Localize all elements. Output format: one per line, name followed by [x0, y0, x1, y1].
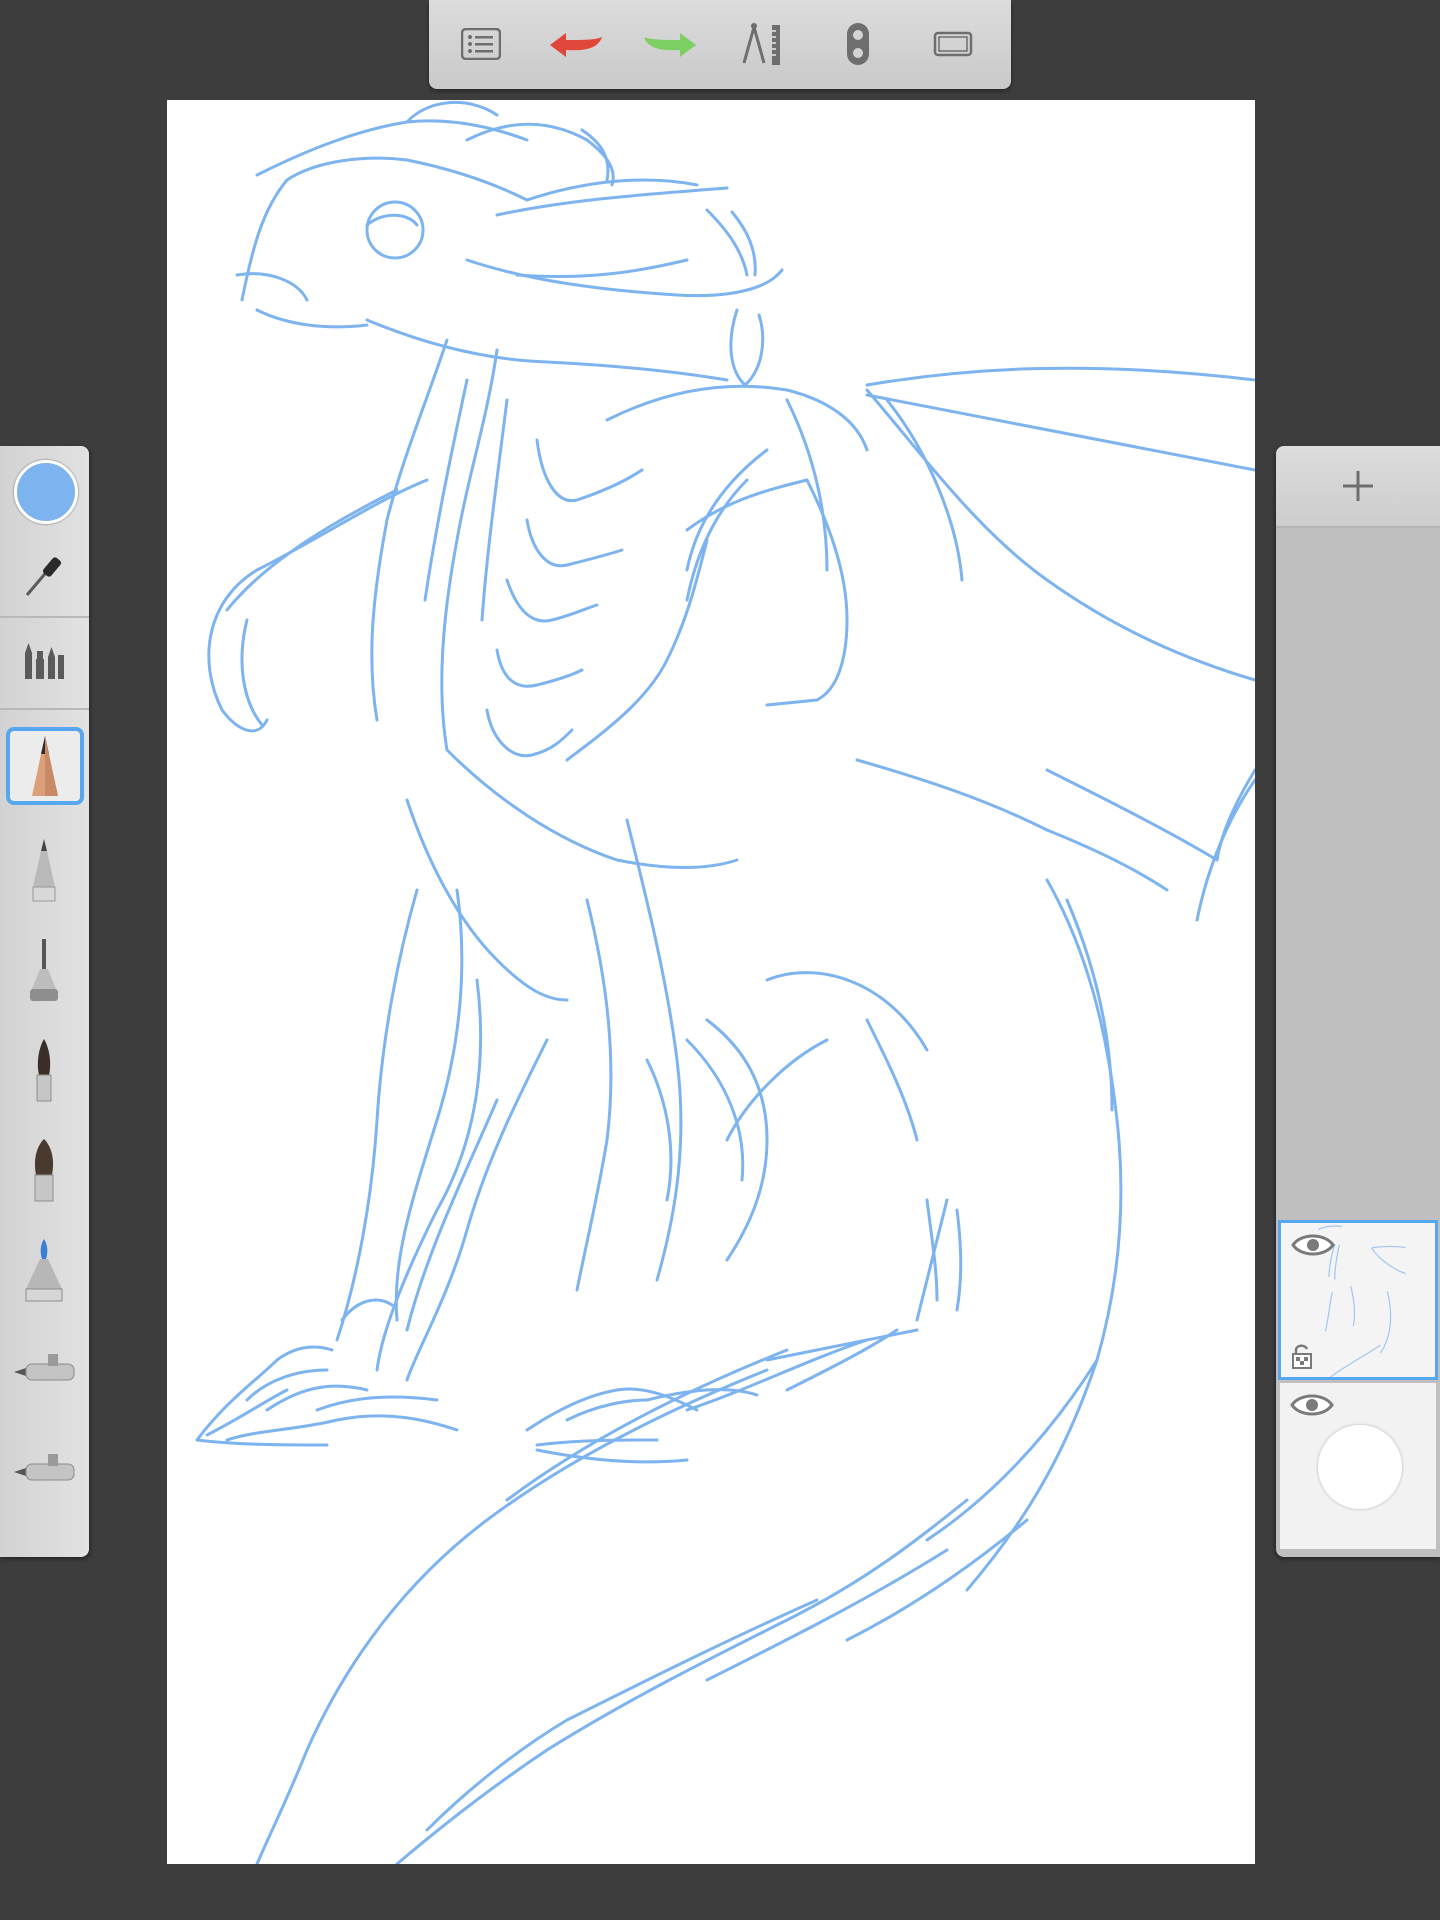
- airbrush-icon: [14, 1454, 75, 1481]
- brush-palette: [0, 446, 89, 1557]
- marker-icon: [25, 1239, 63, 1302]
- pencil-button[interactable]: [6, 727, 84, 805]
- layer-thumbnail-background[interactable]: [1280, 1383, 1436, 1549]
- fineliner-icon: [30, 939, 58, 1001]
- compass-ruler-icon: [742, 23, 780, 65]
- drawing-canvas[interactable]: [167, 100, 1255, 1864]
- fullscreen-frame-icon: [933, 31, 973, 57]
- eye-icon[interactable]: [1290, 1391, 1334, 1419]
- fullscreen-button[interactable]: [923, 18, 983, 70]
- airbrush-2-button[interactable]: [6, 1432, 82, 1508]
- layer-thumbnail-sketch[interactable]: [1278, 1220, 1438, 1380]
- add-layer-button[interactable]: [1276, 446, 1440, 528]
- flat-brush-button[interactable]: [6, 1132, 82, 1208]
- flat-brush-icon: [34, 1139, 54, 1202]
- menu-button[interactable]: [451, 18, 511, 70]
- airbrush-button[interactable]: [6, 1332, 82, 1408]
- symmetry-button[interactable]: [828, 18, 888, 70]
- ballpoint-pen-icon: [32, 839, 56, 902]
- undo-arrow-icon: [550, 33, 602, 57]
- redo-arrow-icon: [644, 33, 696, 57]
- palette-separator: [0, 616, 89, 618]
- fine-liner-button[interactable]: [6, 932, 82, 1008]
- color-swatch[interactable]: [14, 460, 78, 524]
- airbrush-icon: [14, 1354, 75, 1381]
- symmetry-icon: [847, 23, 869, 65]
- pencil-icon: [32, 736, 58, 796]
- plus-icon: [1343, 471, 1373, 501]
- list-icon: [461, 28, 501, 60]
- marker-button[interactable]: [6, 1232, 82, 1308]
- layer-panel: [1276, 446, 1440, 1557]
- brush-library-button[interactable]: [6, 622, 82, 698]
- eye-icon[interactable]: [1291, 1231, 1335, 1259]
- undo-button[interactable]: [546, 18, 606, 70]
- background-color-circle[interactable]: [1318, 1425, 1402, 1509]
- brush-library-icon: [25, 643, 64, 679]
- redo-button[interactable]: [640, 18, 700, 70]
- round-brush-button[interactable]: [6, 1032, 82, 1108]
- round-brush-icon: [36, 1039, 52, 1102]
- eyedropper-button[interactable]: [6, 538, 82, 614]
- top-toolbar: [429, 0, 1011, 89]
- eyedropper-icon: [25, 557, 62, 596]
- unlock-icon[interactable]: [1291, 1343, 1313, 1369]
- guides-button[interactable]: [734, 18, 794, 70]
- dragon-sketch: [195, 100, 1255, 1864]
- ballpoint-pen-button[interactable]: [6, 832, 82, 908]
- palette-separator: [0, 708, 89, 710]
